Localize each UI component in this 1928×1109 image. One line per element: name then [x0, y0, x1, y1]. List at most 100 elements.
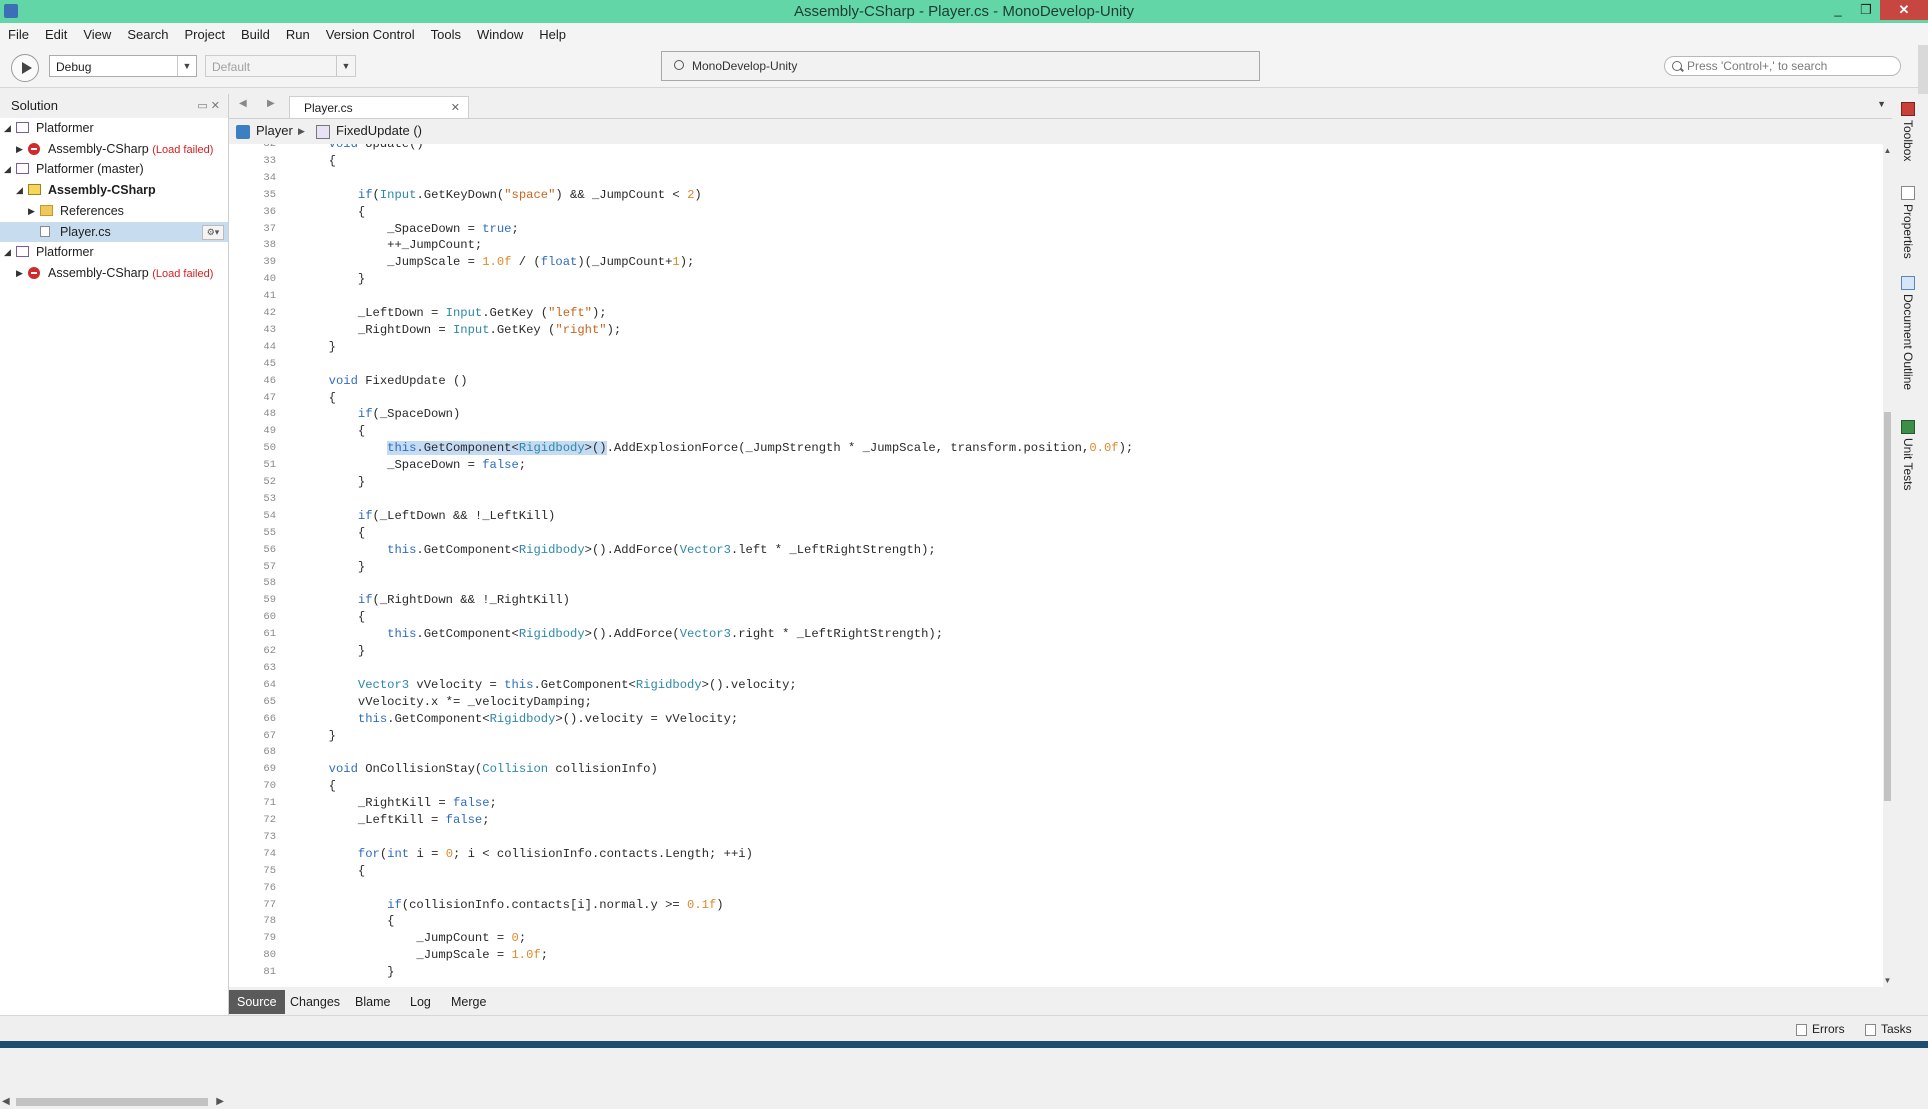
close-button[interactable]: ✕ — [1880, 0, 1928, 20]
tree-item[interactable]: ◢ Platformer — [0, 242, 228, 262]
menu-version-control[interactable]: Version Control — [318, 27, 423, 42]
code-line[interactable]: 56 this.GetComponent<Rigidbody>().AddFor… — [229, 542, 1883, 559]
tab-log[interactable]: Log — [402, 990, 439, 1014]
menu-help[interactable]: Help — [531, 27, 574, 42]
tab-blame[interactable]: Blame — [347, 990, 398, 1014]
code-line[interactable]: 67 } — [229, 728, 1883, 745]
code-line[interactable]: 76 — [229, 880, 1883, 897]
menu-view[interactable]: View — [75, 27, 119, 42]
code-line[interactable]: 57 } — [229, 559, 1883, 576]
scroll-left-icon[interactable]: ◀ — [2, 1095, 10, 1109]
code-line[interactable]: 32 void Update() — [229, 144, 1883, 153]
expanded-arrow-icon[interactable]: ◢ — [4, 118, 11, 138]
code-line[interactable]: 58 — [229, 575, 1883, 592]
menu-run[interactable]: Run — [278, 27, 318, 42]
tree-item[interactable]: ◢ Assembly-CSharp — [0, 180, 228, 200]
code-line[interactable]: 62 } — [229, 643, 1883, 660]
code-line[interactable]: 66 this.GetComponent<Rigidbody>().veloci… — [229, 711, 1883, 728]
code-line[interactable]: 45 — [229, 356, 1883, 373]
collapsed-arrow-icon[interactable]: ▶ — [28, 201, 35, 221]
code-line[interactable]: 73 — [229, 829, 1883, 846]
dock-properties[interactable]: Properties — [1896, 186, 1920, 259]
code-line[interactable]: 65 vVelocity.x *= _velocityDamping; — [229, 694, 1883, 711]
code-line[interactable]: 59 if(_RightDown && !_RightKill) — [229, 592, 1883, 609]
search-input[interactable]: Press 'Control+,' to search — [1664, 56, 1901, 76]
expanded-arrow-icon[interactable]: ◢ — [4, 242, 11, 262]
collapsed-arrow-icon[interactable]: ▶ — [16, 139, 23, 159]
code-line[interactable]: 53 — [229, 491, 1883, 508]
code-line[interactable]: 42 _LeftDown = Input.GetKey ("left"); — [229, 305, 1883, 322]
code-line[interactable]: 51 _SpaceDown = false; — [229, 457, 1883, 474]
menu-window[interactable]: Window — [469, 27, 531, 42]
tab-source[interactable]: Source — [229, 990, 285, 1014]
code-line[interactable]: 34 — [229, 170, 1883, 187]
tree-item[interactable]: ▶ Assembly-CSharp (Load failed) — [0, 263, 228, 283]
nav-back-icon[interactable]: ◀ — [239, 98, 247, 109]
code-line[interactable]: 79 _JumpCount = 0; — [229, 930, 1883, 947]
code-line[interactable]: 49 { — [229, 423, 1883, 440]
code-line[interactable]: 37 _SpaceDown = true; — [229, 221, 1883, 238]
code-line[interactable]: 75 { — [229, 863, 1883, 880]
scroll-thumb[interactable] — [1884, 412, 1891, 801]
code-line[interactable]: 81 } — [229, 964, 1883, 981]
code-line[interactable]: 71 _RightKill = false; — [229, 795, 1883, 812]
code-line[interactable]: 48 if(_SpaceDown) — [229, 406, 1883, 423]
tasks-button[interactable]: Tasks — [1865, 1021, 1912, 1037]
code-line[interactable]: 35 if(Input.GetKeyDown("space") && _Jump… — [229, 187, 1883, 204]
code-line[interactable]: 40 } — [229, 271, 1883, 288]
scroll-right-icon[interactable]: ▶ — [216, 1095, 224, 1109]
run-button[interactable] — [11, 54, 39, 82]
code-line[interactable]: 77 if(collisionInfo.contacts[i].normal.y… — [229, 897, 1883, 914]
pad-controls[interactable]: ▭ ✕ — [197, 94, 220, 118]
tree-item[interactable]: ◢ Platformer (master) — [0, 159, 228, 179]
menu-project[interactable]: Project — [177, 27, 233, 42]
code-line[interactable]: 33 { — [229, 153, 1883, 170]
menu-file[interactable]: File — [0, 27, 37, 42]
tab-list-icon[interactable]: ▼ — [1877, 99, 1886, 109]
maximize-button[interactable]: ❐ — [1852, 0, 1880, 20]
code-line[interactable]: 43 _RightDown = Input.GetKey ("right"); — [229, 322, 1883, 339]
code-line[interactable]: 44 } — [229, 339, 1883, 356]
gear-icon[interactable]: ⚙▾ — [202, 224, 224, 240]
tab-changes[interactable]: Changes — [282, 990, 348, 1014]
code-editor[interactable]: 32 void Update() 33 {34 35 if(Input.GetKey… — [229, 144, 1883, 987]
code-line[interactable]: 39 _JumpScale = 1.0f / (float)(_JumpCoun… — [229, 254, 1883, 271]
expanded-arrow-icon[interactable]: ◢ — [16, 180, 23, 200]
close-icon[interactable]: ✕ — [451, 97, 460, 119]
tree-item[interactable]: ▶ References — [0, 201, 228, 221]
code-line[interactable]: 61 this.GetComponent<Rigidbody>().AddFor… — [229, 626, 1883, 643]
code-line[interactable]: 74 for(int i = 0; i < collisionInfo.cont… — [229, 846, 1883, 863]
dock-unit-tests[interactable]: Unit Tests — [1896, 420, 1920, 490]
configuration-select[interactable]: Debug ▼ — [49, 55, 197, 77]
tab-merge[interactable]: Merge — [443, 990, 494, 1014]
menu-search[interactable]: Search — [119, 27, 176, 42]
code-line[interactable]: 68 — [229, 744, 1883, 761]
code-line[interactable]: 36 { — [229, 204, 1883, 221]
code-line[interactable]: 50 this.GetComponent<Rigidbody>().AddExp… — [229, 440, 1883, 457]
errors-button[interactable]: Errors — [1796, 1021, 1845, 1037]
code-line[interactable]: 60 { — [229, 609, 1883, 626]
tab-player-cs[interactable]: Player.cs ✕ — [289, 96, 469, 118]
code-line[interactable]: 38 ++_JumpCount; — [229, 237, 1883, 254]
minimize-button[interactable]: _ — [1824, 0, 1852, 20]
menu-edit[interactable]: Edit — [37, 27, 75, 42]
solution-hscrollbar[interactable]: ◀ ▶ — [0, 1095, 228, 1109]
breadcrumb-class[interactable]: Player — [236, 119, 293, 143]
code-line[interactable]: 46 void FixedUpdate () — [229, 373, 1883, 390]
code-line[interactable]: 63 — [229, 660, 1883, 677]
code-line[interactable]: 70 { — [229, 778, 1883, 795]
breadcrumb-method[interactable]: FixedUpdate () — [316, 119, 422, 143]
code-line[interactable]: 72 _LeftKill = false; — [229, 812, 1883, 829]
dock-toolbox[interactable]: Toolbox — [1896, 102, 1920, 161]
scroll-up-icon[interactable]: ▲ — [1883, 146, 1892, 155]
tree-item[interactable]: ▶ Assembly-CSharp (Load failed) — [0, 139, 228, 159]
code-line[interactable]: 52 } — [229, 474, 1883, 491]
code-line[interactable]: 41 — [229, 288, 1883, 305]
dock-document-outline[interactable]: Document Outline — [1896, 276, 1920, 390]
editor-vscrollbar[interactable]: ▲ ▼ — [1883, 144, 1892, 987]
code-line[interactable]: 80 _JumpScale = 1.0f; — [229, 947, 1883, 964]
code-line[interactable]: 64 Vector3 vVelocity = this.GetComponent… — [229, 677, 1883, 694]
nav-forward-icon[interactable]: ▶ — [267, 98, 275, 109]
menu-build[interactable]: Build — [233, 27, 278, 42]
target-select[interactable]: Default ▼ — [205, 55, 356, 77]
